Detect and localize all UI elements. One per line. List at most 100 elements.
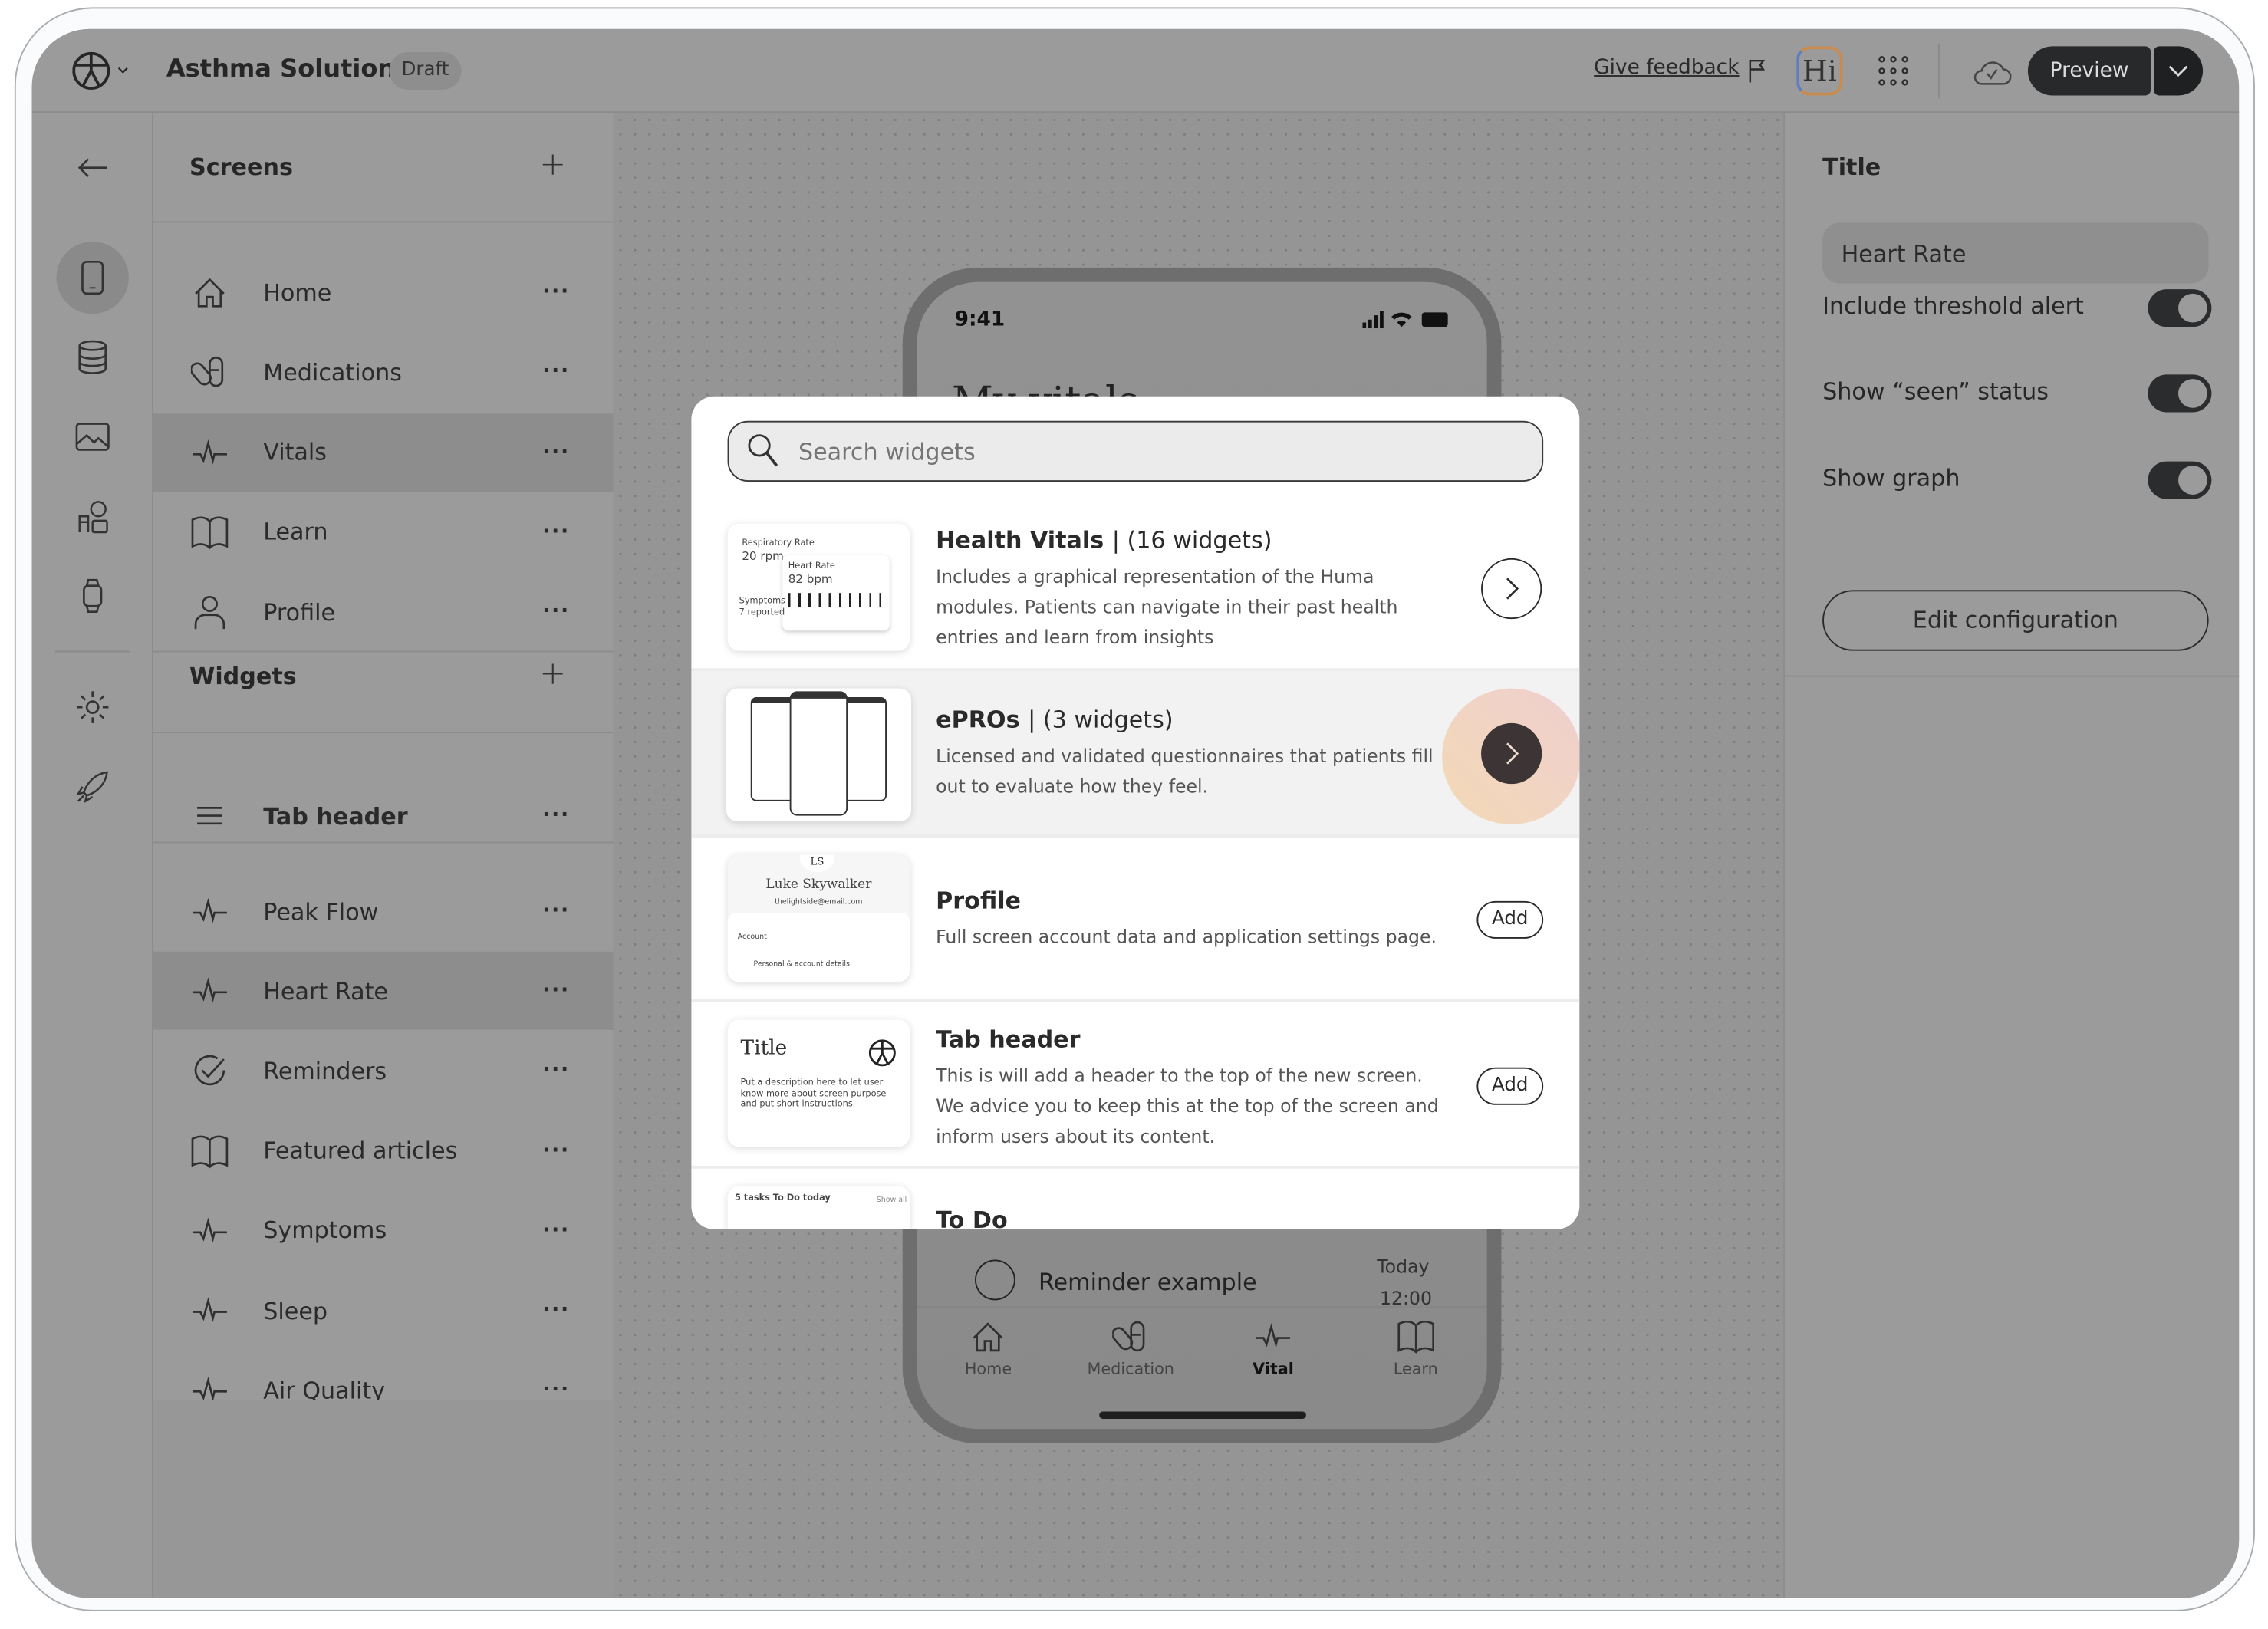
- panel-empty-area: [153, 1400, 614, 1598]
- item-icon: [188, 1288, 232, 1332]
- thumb-text: 5 tasks To Do today: [734, 1193, 831, 1203]
- rail-publish[interactable]: [64, 758, 121, 815]
- home-icon: [195, 278, 225, 308]
- phone-icon: [81, 261, 104, 295]
- back-button[interactable]: [64, 139, 121, 196]
- logo-menu[interactable]: [72, 51, 136, 97]
- divider: [153, 650, 614, 653]
- thumb-text: Symptoms: [739, 595, 786, 607]
- screen-item-profile[interactable]: Profile ···: [153, 573, 614, 651]
- widget-item-reminders[interactable]: Reminders ···: [153, 1032, 614, 1110]
- widget-profile[interactable]: LS Luke Skywalker thelightside@email.com…: [691, 838, 1580, 1002]
- more-options-button[interactable]: ···: [542, 1298, 570, 1321]
- thumb-phone: [789, 691, 848, 816]
- book-icon: [1397, 1320, 1434, 1354]
- thumb-avatar: LS: [799, 854, 835, 873]
- phone-tab-vital[interactable]: Vital: [1223, 1318, 1324, 1378]
- logo-icon: [868, 1039, 896, 1067]
- screen-item-medications[interactable]: Medications ···: [153, 333, 614, 411]
- toggle-switch[interactable]: [2148, 461, 2212, 499]
- search-input[interactable]: [798, 437, 1493, 466]
- item-label: Peak Flow: [263, 897, 379, 925]
- widget-item-peak-flow[interactable]: Peak Flow ···: [153, 872, 614, 950]
- more-options-button[interactable]: ···: [542, 601, 570, 624]
- title-label: Title: [1822, 153, 1881, 181]
- edit-configuration-button[interactable]: Edit configuration: [1822, 590, 2209, 651]
- item-label: Reminders: [263, 1057, 387, 1085]
- tab-label: Vital: [1253, 1359, 1294, 1379]
- flag-icon[interactable]: [1747, 58, 1767, 84]
- title-input[interactable]: [1822, 222, 2209, 284]
- add-screen-button[interactable]: +: [539, 147, 566, 183]
- preview-button[interactable]: Preview: [2027, 46, 2151, 96]
- check-circle-icon: [194, 1055, 225, 1086]
- more-options-button[interactable]: ···: [542, 1219, 570, 1242]
- toggle-switch[interactable]: [2148, 289, 2212, 327]
- screen-item-vitals[interactable]: Vitals ···: [153, 413, 614, 492]
- give-feedback-link[interactable]: Give feedback: [1594, 57, 1739, 80]
- widget-item-heart-rate[interactable]: Heart Rate ···: [153, 952, 614, 1031]
- item-label: Home: [263, 278, 332, 306]
- row-description: This is will add a header to the top of …: [936, 1064, 1439, 1147]
- widget-picker-modal: Respiratory Rate 20 rpm Heart Rate 82 bp…: [691, 396, 1580, 1229]
- more-options-button[interactable]: ···: [542, 1059, 570, 1082]
- widget-item-sleep[interactable]: Sleep ···: [153, 1272, 614, 1350]
- thumb-text: 20 rpm: [742, 549, 784, 563]
- apps-grid-icon[interactable]: [1878, 55, 1909, 87]
- open-group-button[interactable]: [1481, 722, 1542, 785]
- search-field[interactable]: [727, 420, 1544, 482]
- rail-devices[interactable]: [64, 567, 121, 624]
- thumb-text: Title: [740, 1037, 788, 1061]
- add-profile-button[interactable]: Add: [1476, 900, 1544, 939]
- more-options-button[interactable]: ···: [542, 900, 570, 923]
- watch-icon: [83, 578, 103, 614]
- more-options-button[interactable]: ···: [542, 805, 570, 828]
- more-options-button[interactable]: ···: [542, 1139, 570, 1162]
- add-widget-button[interactable]: +: [539, 657, 566, 693]
- row-title: ePROs | (3 widgets): [936, 706, 1174, 734]
- rail-media[interactable]: [64, 408, 121, 466]
- screen-item-home[interactable]: Home ···: [153, 253, 614, 331]
- phone-tab-learn[interactable]: Learn: [1365, 1318, 1466, 1378]
- more-options-button[interactable]: ···: [542, 360, 570, 383]
- row-description: Licensed and validated questionnaires th…: [936, 745, 1434, 798]
- add-tab-header-button[interactable]: Add: [1476, 1067, 1544, 1105]
- home-icon: [973, 1322, 1003, 1352]
- rail-data[interactable]: [64, 328, 121, 386]
- more-options-button[interactable]: ···: [542, 521, 570, 544]
- open-group-button[interactable]: [1481, 558, 1542, 620]
- assistant-button[interactable]: Hi: [1796, 46, 1843, 96]
- user-icon: [194, 596, 225, 630]
- preview-dropdown-button[interactable]: [2153, 46, 2204, 96]
- thumb-text: 82 bpm: [788, 572, 833, 586]
- reminder-checkbox[interactable]: [975, 1259, 1015, 1301]
- screens-widgets-panel: Screens + Home ··· Medications ··· Vitals ···…: [153, 113, 614, 1404]
- item-icon: [188, 510, 232, 554]
- row-title: Profile: [936, 886, 1022, 914]
- toggle-label: Show “seen” status: [1822, 377, 2049, 406]
- home-indicator: [1099, 1411, 1306, 1419]
- row-title: Health Vitals | (16 widgets): [936, 526, 1272, 555]
- item-icon: [188, 350, 232, 394]
- screen-item-learn[interactable]: Learn ···: [153, 493, 614, 571]
- phone-tab-home[interactable]: Home: [937, 1318, 1039, 1378]
- thumb-bars: [788, 593, 881, 608]
- widget-item-featured-articles[interactable]: Featured articles ···: [153, 1111, 614, 1190]
- widget-group-health-vitals[interactable]: Respiratory Rate 20 rpm Heart Rate 82 bp…: [691, 506, 1580, 672]
- widget-item-symptoms[interactable]: Symptoms ···: [153, 1192, 614, 1270]
- more-options-button[interactable]: ···: [542, 1379, 570, 1402]
- more-options-button[interactable]: ···: [542, 281, 570, 304]
- phone-tab-medication[interactable]: Medication: [1080, 1318, 1181, 1378]
- rail-screens[interactable]: [64, 248, 121, 306]
- widget-todo[interactable]: 5 tasks To Do today Show all To Do: [691, 1169, 1579, 1229]
- widget-tab-header[interactable]: Title Put a description here to let user…: [691, 1002, 1580, 1169]
- rail-settings[interactable]: [64, 678, 121, 736]
- rail-permissions[interactable]: [64, 488, 121, 545]
- toggle-switch[interactable]: [2148, 374, 2212, 413]
- more-options-button[interactable]: ···: [542, 979, 570, 1002]
- item-label: Heart Rate: [263, 977, 388, 1005]
- widget-item-tab-header[interactable]: Tab header ···: [153, 777, 614, 855]
- more-options-button[interactable]: ···: [542, 440, 570, 463]
- widget-group-epros[interactable]: ePROs | (3 widgets) Licensed and validat…: [691, 671, 1580, 838]
- thumb-card: Heart Rate 82 bpm: [782, 555, 890, 631]
